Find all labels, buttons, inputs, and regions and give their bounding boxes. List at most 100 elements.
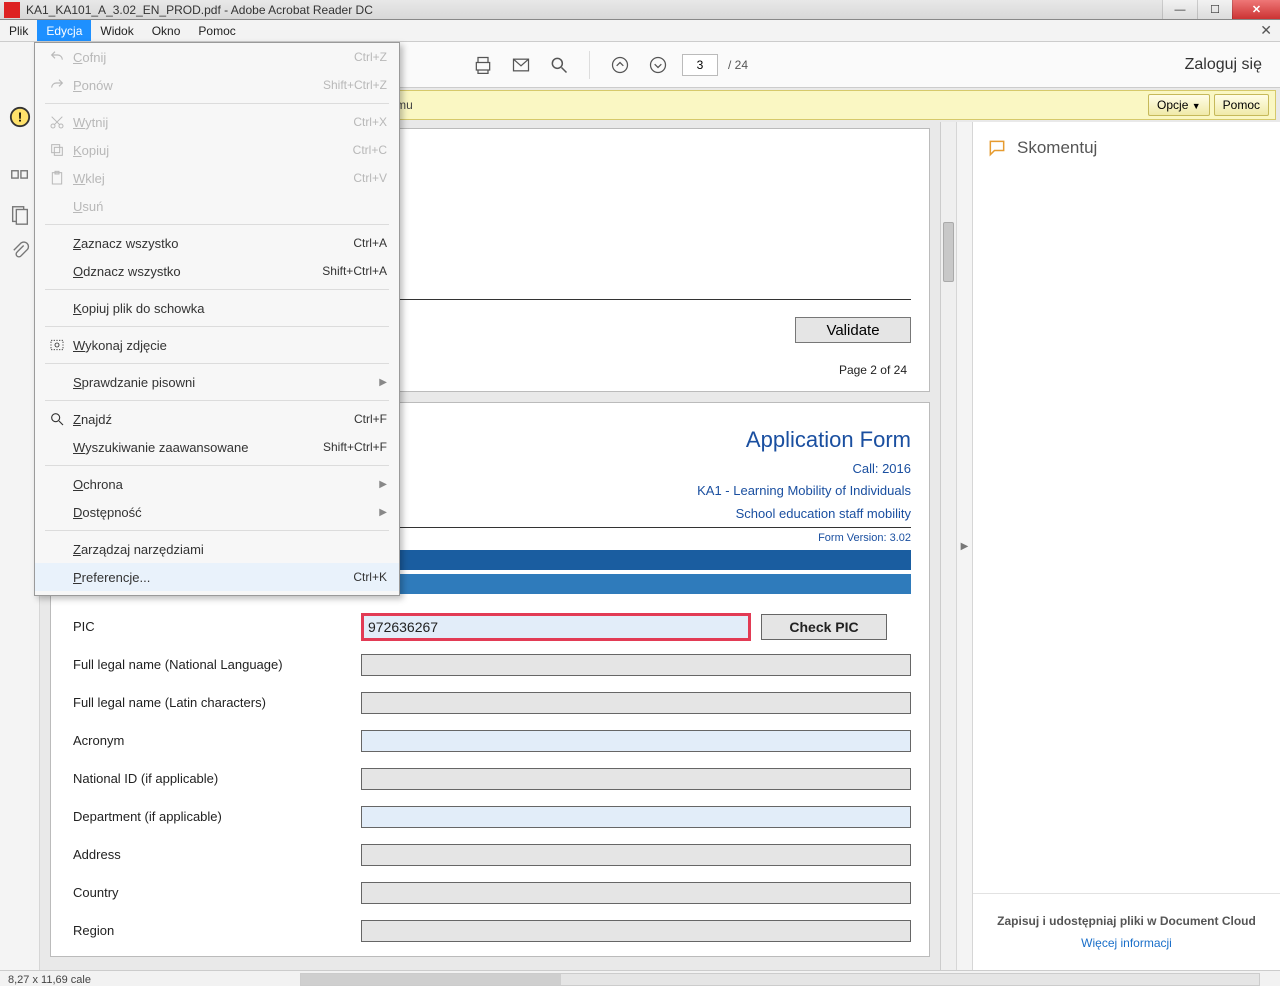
- menu-item-zaznacz-wszystko[interactable]: Zaznacz wszystkoCtrl+A: [35, 229, 399, 257]
- menu-widok[interactable]: Widok: [91, 20, 142, 41]
- menu-item-label: Cofnij: [69, 50, 354, 65]
- menu-item-shortcut: Ctrl+X: [353, 115, 387, 129]
- menu-item-ochrona[interactable]: Ochrona▶: [35, 470, 399, 498]
- cut-icon: [45, 114, 69, 130]
- field-natid[interactable]: [361, 768, 911, 790]
- print-button[interactable]: [469, 51, 497, 79]
- menu-item-wklej: WklejCtrl+V: [35, 164, 399, 192]
- field-acronym[interactable]: [361, 730, 911, 752]
- menu-item-kopiuj-plik-do-schowka[interactable]: Kopiuj plik do schowka: [35, 294, 399, 322]
- menu-separator: [45, 530, 389, 531]
- pic-input[interactable]: [361, 613, 751, 641]
- menu-item-label: Odznacz wszystko: [69, 264, 322, 279]
- menu-item-label: Wykonaj zdjęcie: [69, 338, 387, 353]
- label-natid: National ID (if applicable): [69, 771, 361, 786]
- login-link[interactable]: Zaloguj się: [1185, 56, 1272, 74]
- validate-button[interactable]: Validate: [795, 317, 911, 343]
- cloud-promo-link[interactable]: Więcej informacji: [989, 936, 1264, 950]
- menu-item-label: Zaznacz wszystko: [69, 236, 353, 251]
- menu-item-shortcut: Ctrl+V: [353, 171, 387, 185]
- window-buttons: — ☐ ✕: [1162, 0, 1280, 19]
- status-bar: 8,27 x 11,69 cale: [0, 970, 1280, 986]
- page-up-button[interactable]: [606, 51, 634, 79]
- attachments-icon[interactable]: [9, 240, 31, 262]
- field-fln-lat[interactable]: [361, 692, 911, 714]
- vertical-scrollbar[interactable]: [940, 122, 956, 970]
- pages-icon[interactable]: [9, 204, 31, 226]
- menu-item-label: Dostępność: [69, 505, 379, 520]
- menu-item-wytnij: WytnijCtrl+X: [35, 108, 399, 136]
- edit-menu-dropdown[interactable]: CofnijCtrl+ZPonówShift+Ctrl+ZWytnijCtrl+…: [34, 42, 400, 596]
- menu-item-preferencje-[interactable]: Preferencje...Ctrl+K: [35, 563, 399, 591]
- menu-bar: Plik Edycja Widok Okno Pomoc ✕: [0, 20, 1280, 42]
- page-number-label: Page 2 of 24: [839, 363, 907, 377]
- menu-item-label: Wyszukiwanie zaawansowane: [69, 440, 323, 455]
- menu-item-label: Sprawdzanie pisowni: [69, 375, 379, 390]
- menu-separator: [45, 363, 389, 364]
- chevron-right-icon: ▶: [961, 541, 969, 552]
- menu-item-zarz-dzaj-narz-dziami[interactable]: Zarządzaj narzędziami: [35, 535, 399, 563]
- menu-item-cofnij: CofnijCtrl+Z: [35, 43, 399, 71]
- label-fln-nat: Full legal name (National Language): [69, 657, 361, 672]
- thumbnails-icon[interactable]: [9, 168, 31, 190]
- label-dept: Department (if applicable): [69, 809, 361, 824]
- menu-item-odznacz-wszystko[interactable]: Odznacz wszystkoShift+Ctrl+A: [35, 257, 399, 285]
- menu-item-shortcut: Ctrl+Z: [354, 50, 387, 64]
- menu-pomoc[interactable]: Pomoc: [189, 20, 244, 41]
- menu-plik[interactable]: Plik: [0, 20, 37, 41]
- menu-item-wyszukiwanie-zaawansowane[interactable]: Wyszukiwanie zaawansowaneShift+Ctrl+F: [35, 433, 399, 461]
- help-button[interactable]: Pomoc: [1214, 94, 1269, 116]
- menu-item-label: Zarządzaj narzędziami: [69, 542, 387, 557]
- horizontal-scrollbar[interactable]: [300, 973, 1260, 986]
- menu-item-label: Znajdź: [69, 412, 354, 427]
- label-acronym: Acronym: [69, 733, 361, 748]
- menu-item-pon-w: PonówShift+Ctrl+Z: [35, 71, 399, 99]
- svg-text:!: !: [17, 110, 21, 125]
- close-button[interactable]: ✕: [1232, 0, 1280, 19]
- cloud-promo-lead: Zapisuj i udostępniaj pliki w Document C…: [989, 914, 1264, 928]
- label-address: Address: [69, 847, 361, 862]
- comment-label: Skomentuj: [1017, 138, 1097, 158]
- document-close-button[interactable]: ✕: [1252, 20, 1280, 41]
- menu-separator: [45, 289, 389, 290]
- menu-item-label: Preferencje...: [69, 570, 353, 585]
- copy-icon: [45, 142, 69, 158]
- menu-separator: [45, 326, 389, 327]
- menu-item-sprawdzanie-pisowni[interactable]: Sprawdzanie pisowni▶: [35, 368, 399, 396]
- page-total-label: / 24: [728, 58, 748, 72]
- menu-item-label: Wytnij: [69, 115, 353, 130]
- warning-icon[interactable]: !: [9, 106, 31, 128]
- menu-separator: [45, 465, 389, 466]
- check-pic-button[interactable]: Check PIC: [761, 614, 887, 640]
- panel-splitter[interactable]: ▶: [956, 122, 972, 970]
- comment-section[interactable]: Skomentuj: [973, 122, 1280, 174]
- page-down-button[interactable]: [644, 51, 672, 79]
- undo-icon: [45, 49, 69, 65]
- page-number-input[interactable]: [682, 54, 718, 76]
- menu-item-wykonaj-zdj-cie[interactable]: Wykonaj zdjęcie: [35, 331, 399, 359]
- label-country: Country: [69, 885, 361, 900]
- menu-okno[interactable]: Okno: [143, 20, 190, 41]
- search-button[interactable]: [545, 51, 573, 79]
- submenu-arrow-icon: ▶: [379, 377, 387, 388]
- minimize-button[interactable]: —: [1162, 0, 1197, 19]
- options-button[interactable]: Opcje ▼: [1148, 94, 1210, 116]
- menu-item-label: Usuń: [69, 199, 387, 214]
- field-country[interactable]: [361, 882, 911, 904]
- menu-item-znajd-[interactable]: ZnajdźCtrl+F: [35, 405, 399, 433]
- menu-item-dost-pno-[interactable]: Dostępność▶: [35, 498, 399, 526]
- field-region[interactable]: [361, 920, 911, 942]
- page-size-label: 8,27 x 11,69 cale: [8, 974, 91, 986]
- email-button[interactable]: [507, 51, 535, 79]
- field-address[interactable]: [361, 844, 911, 866]
- menu-item-shortcut: Shift+Ctrl+F: [323, 440, 387, 454]
- maximize-button[interactable]: ☐: [1197, 0, 1232, 19]
- menu-item-shortcut: Ctrl+K: [353, 570, 387, 584]
- field-fln-nat[interactable]: [361, 654, 911, 676]
- menu-item-kopiuj: KopiujCtrl+C: [35, 136, 399, 164]
- field-dept[interactable]: [361, 806, 911, 828]
- menu-item-label: Kopiuj: [69, 143, 353, 158]
- menu-item-label: Ochrona: [69, 477, 379, 492]
- menu-edycja[interactable]: Edycja: [37, 20, 91, 41]
- window-titlebar: KA1_KA101_A_3.02_EN_PROD.pdf - Adobe Acr…: [0, 0, 1280, 20]
